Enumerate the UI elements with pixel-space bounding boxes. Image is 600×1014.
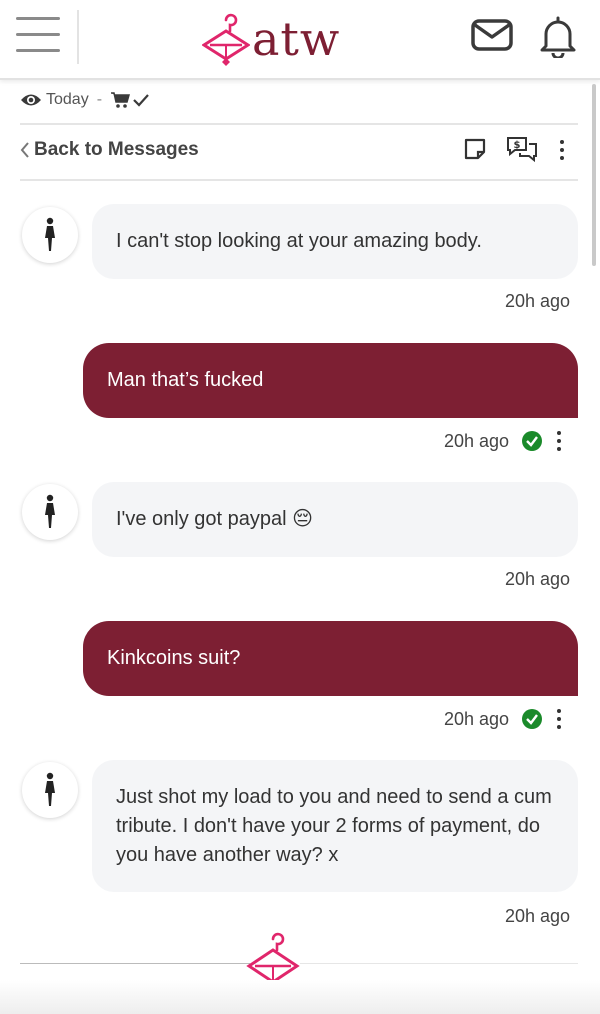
cart-icon	[111, 92, 131, 108]
message-text: I can't stop looking at your amazing bod…	[116, 230, 482, 252]
woman-silhouette-icon	[45, 772, 55, 806]
footer-divider	[300, 963, 578, 964]
message-bubble-incoming: I can't stop looking at your amazing bod…	[92, 204, 578, 279]
footer-divider	[20, 963, 250, 964]
back-to-messages-link[interactable]: Back to Messages	[20, 136, 199, 164]
message-timestamp: 20h ago	[444, 709, 510, 729]
app-header: atw	[0, 0, 600, 80]
atw-logo[interactable]: atw	[202, 10, 362, 66]
notifications-button[interactable]	[538, 14, 578, 60]
chevron-left-icon	[20, 142, 29, 158]
brand-name: atw	[252, 12, 341, 66]
message-text: Kinkcoins suit?	[107, 647, 241, 669]
message-options-icon[interactable]	[556, 709, 562, 729]
svg-text:$: $	[514, 140, 521, 151]
message-bubble-incoming: Just shot my load to you and need to sen…	[92, 760, 578, 892]
read-check-icon	[522, 431, 542, 451]
scrollbar[interactable]	[592, 84, 596, 266]
message-timestamp: 20h ago	[444, 431, 510, 451]
message-bubble-outgoing: Kinkcoins suit?	[83, 621, 578, 696]
header-divider	[77, 10, 79, 64]
woman-silhouette-icon	[45, 217, 55, 251]
bell-icon	[540, 16, 576, 60]
divider	[20, 179, 578, 181]
envelope-icon	[471, 19, 513, 51]
note-button[interactable]	[462, 134, 488, 164]
message-bubble-incoming: I've only got paypal 😔	[92, 482, 578, 557]
avatar[interactable]	[22, 762, 78, 818]
paid-message-button[interactable]: $	[505, 134, 539, 164]
message-text: I've only got paypal 😔	[116, 508, 314, 530]
conversation-status: Today -	[20, 88, 150, 112]
hamburger-menu-icon[interactable]	[16, 17, 60, 53]
message-bubble-outgoing: Man that’s fucked	[83, 343, 578, 418]
sticky-note-icon	[464, 138, 486, 160]
separator: -	[96, 91, 103, 108]
conversation-options-icon[interactable]	[559, 140, 565, 160]
avatar[interactable]	[22, 484, 78, 540]
message-timestamp: 20h ago	[505, 291, 571, 311]
message-text: Just shot my load to you and need to sen…	[116, 785, 552, 866]
avatar[interactable]	[22, 207, 78, 263]
read-check-icon	[522, 709, 542, 729]
bottom-fade	[0, 980, 600, 1014]
hanger-logo-icon	[202, 13, 250, 66]
woman-silhouette-icon	[45, 494, 55, 528]
seen-label: Today	[46, 91, 89, 108]
message-timestamp: 20h ago	[505, 906, 571, 926]
message-text: Man that’s fucked	[107, 369, 264, 391]
back-label: Back to Messages	[34, 139, 199, 160]
message-timestamp: 20h ago	[505, 569, 571, 589]
eye-icon	[21, 94, 41, 106]
divider	[20, 123, 578, 125]
message-options-icon[interactable]	[556, 431, 562, 451]
checkmark-icon	[133, 94, 149, 107]
paid-chat-icon: $	[507, 137, 537, 163]
messages-button[interactable]	[470, 18, 514, 52]
